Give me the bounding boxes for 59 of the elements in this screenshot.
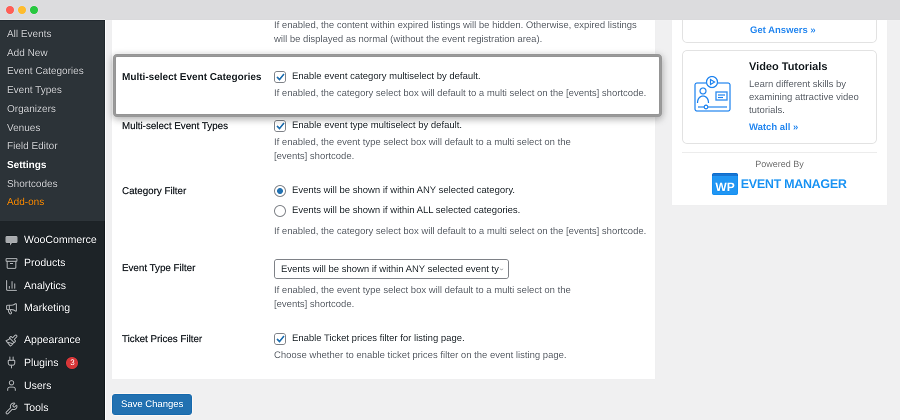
submenu-item[interactable]: Settings (0, 156, 105, 176)
checkbox[interactable] (274, 120, 286, 132)
setting-label: Category Filter (122, 185, 188, 199)
setting-description: If enabled, the event type select box will default to a multi select on the [events] shortcode. (274, 284, 572, 312)
paintbrush-icon (5, 334, 18, 347)
menu-item[interactable]: Marketing (0, 297, 105, 320)
submenu-item[interactable]: Field Editor (0, 138, 105, 157)
radio-button[interactable] (274, 205, 286, 217)
logo-badge: WP (712, 173, 738, 195)
logo-text: EVENT MANAGER (740, 177, 847, 191)
event-type-select[interactable]: Events will be shown if within ANY selected event ty (274, 259, 509, 279)
setting-label: Event Type Filter (122, 262, 196, 276)
submenu-item[interactable]: Organizers (0, 100, 105, 120)
user-icon (5, 379, 18, 392)
wrench-icon (5, 402, 18, 415)
submenu-item[interactable]: Event Types (0, 82, 105, 101)
menu-item[interactable]: Tools (0, 396, 105, 420)
megaphone-icon (5, 302, 18, 315)
speech-bubble-icon (5, 234, 18, 246)
submenu-item[interactable]: Add New (0, 44, 105, 64)
setting-description: If enabled, the category select box will default to a multi select on the [events] shortcode. (274, 87, 648, 101)
submenu-item[interactable]: Shortcodes (0, 176, 105, 194)
check-icon (276, 122, 284, 130)
setting-description: If enabled, the content within expired listings will be hidden. Otherwise, expired listings will be displayed as normal (without the event registration area). (274, 19, 638, 47)
menu-item[interactable]: Analytics (0, 274, 105, 298)
checkbox[interactable] (274, 333, 286, 345)
setting-description: Choose whether to enable ticket prices filter on the event listing page. (274, 349, 568, 363)
menu-item[interactable]: WooCommerce (0, 229, 105, 252)
submenu-item[interactable]: All Events (0, 26, 105, 45)
checkbox-label: Enable event type multiselect by default. (292, 119, 462, 133)
plug-icon (5, 356, 18, 370)
video-tutorial-icon (694, 75, 732, 113)
setting-label: Multi-select Event Types (122, 120, 229, 134)
setting-description: If enabled, the event type select box will default to a multi select on the [events] shortcode. (274, 136, 572, 164)
setting-label: Ticket Prices Filter (122, 333, 204, 347)
radio-label: Events will be shown if within ALL selected categories. (292, 204, 520, 218)
check-icon (276, 73, 284, 81)
archive-box-icon (5, 256, 18, 270)
menu-item[interactable]: Products (0, 252, 105, 274)
radio-button[interactable] (274, 185, 286, 197)
menu-item[interactable]: Plugins 3 (0, 351, 105, 374)
checkbox[interactable] (274, 71, 286, 83)
bar-chart-icon (5, 279, 18, 292)
card-title: Video Tutorials (749, 61, 828, 73)
menu-item[interactable]: Appearance (0, 328, 105, 352)
powered-by-text: Powered By (754, 159, 805, 169)
checkbox-label: Enable event category multiselect by default. (292, 70, 481, 84)
count-badge: 3 (66, 356, 78, 369)
card-description: Learn different skills by examining attractive video tutorials. (749, 78, 860, 117)
submenu-item[interactable]: Event Categories (0, 63, 105, 82)
submenu-item[interactable]: Add-ons (0, 194, 105, 214)
save-changes-button[interactable]: Save Changes (112, 394, 192, 415)
radio-label: Events will be shown if within ANY selected category. (292, 184, 516, 198)
checkbox-label: Enable Ticket prices filter for listing page. (292, 332, 465, 346)
setting-label: Multi-select Event Categories (122, 71, 262, 85)
menu-item[interactable]: Users (0, 374, 105, 397)
submenu-item[interactable]: Venues (0, 120, 105, 138)
check-icon (276, 335, 284, 343)
setting-description: If enabled, the category select box will default to a multi select on the [events] shortcode. (274, 225, 647, 239)
